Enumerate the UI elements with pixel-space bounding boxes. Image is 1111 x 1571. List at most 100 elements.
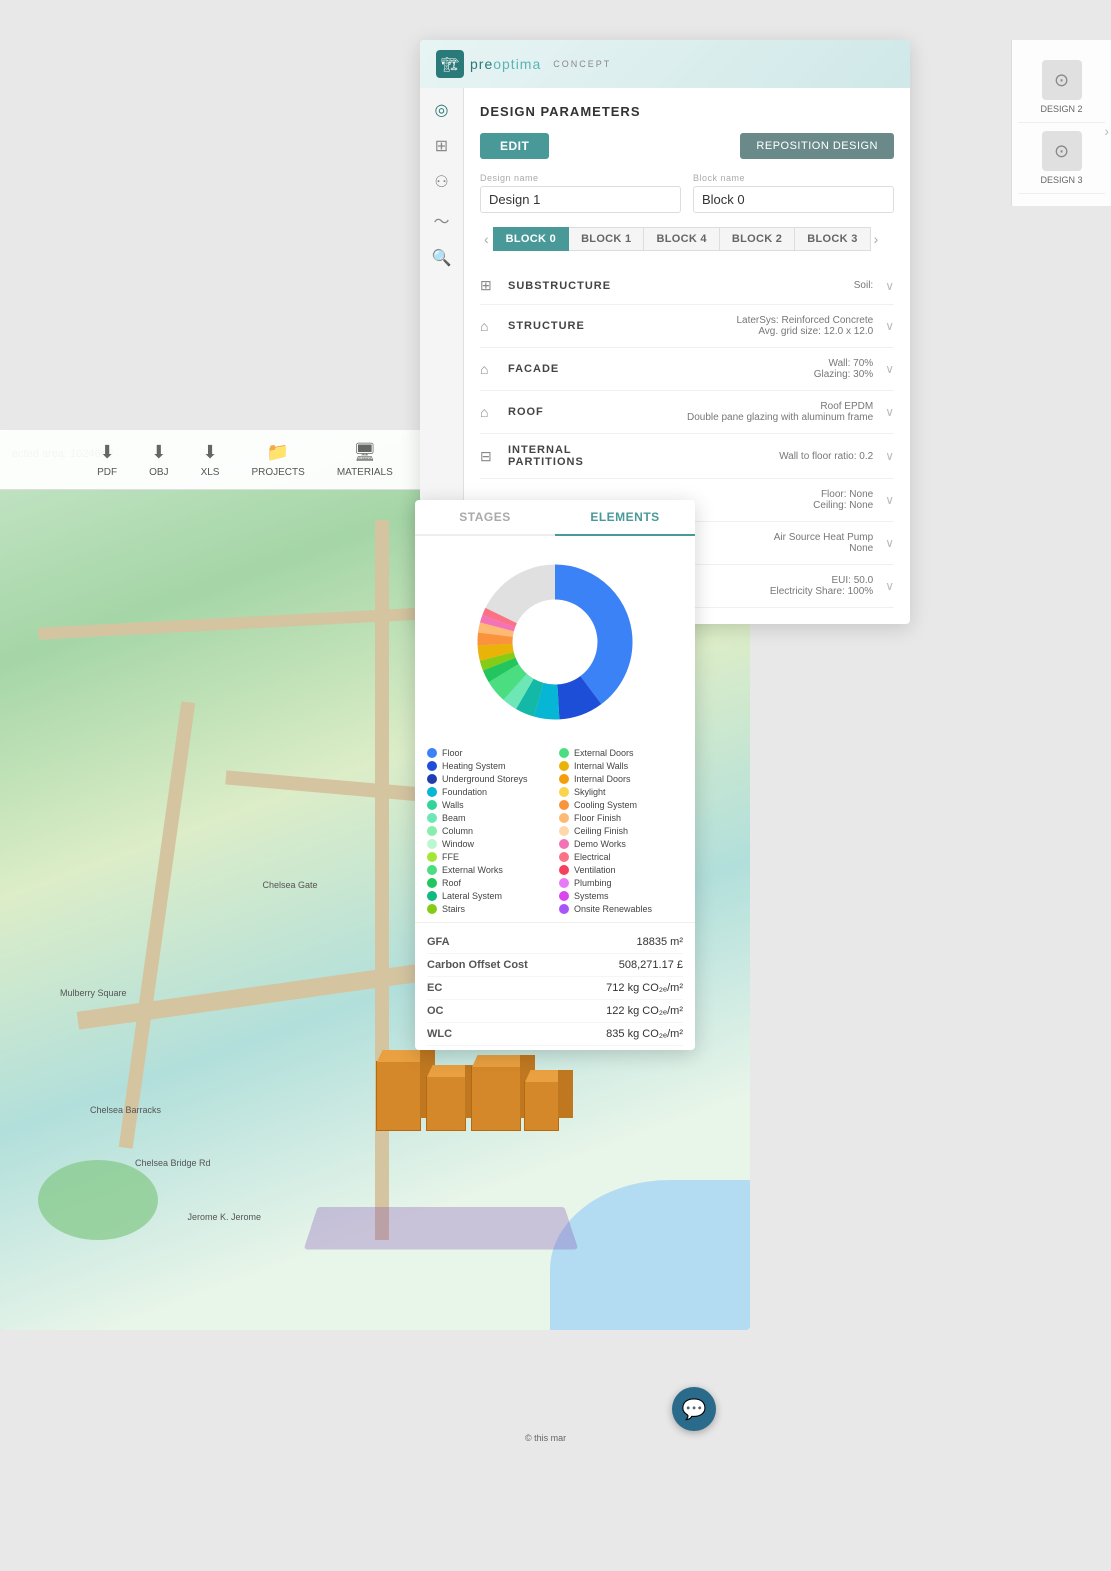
block-tab-2[interactable]: BLOCK 2 [719, 227, 795, 251]
legend-electrical: Electrical [559, 852, 683, 862]
roof-label: ROOF [508, 406, 627, 418]
demo-dot [559, 839, 569, 849]
legend-cooling: Cooling System [559, 800, 683, 810]
legend-ffe: FFE [427, 852, 551, 862]
stat-carbon: Carbon Offset Cost 508,271.17 £ [427, 954, 683, 977]
beam-dot [427, 813, 437, 823]
block-name-value[interactable]: Block 0 [693, 186, 894, 213]
legend-foundation: Foundation [427, 787, 551, 797]
legend-floor: Floor [427, 748, 551, 758]
legend-cooling-label: Cooling System [574, 800, 637, 810]
xls-icon: ⬇ [202, 442, 217, 463]
block-prev-arrow[interactable]: ‹ [480, 231, 493, 247]
floors-chevron: ∨ [885, 493, 894, 507]
sidebar-person-icon[interactable]: ⚇ [434, 172, 448, 192]
design-name-field: Design name Design 1 [480, 173, 681, 213]
param-roof[interactable]: ⌂ ROOF Roof EPDMDouble pane glazing with… [480, 391, 894, 434]
design-name-label: Design name [480, 173, 681, 183]
toolbar-projects[interactable]: 📁 PROJECTS [251, 442, 304, 478]
chat-button[interactable]: 💬 [672, 1387, 716, 1431]
section-title: DESIGN PARAMETERS [480, 104, 894, 119]
hvac-chevron: ∨ [885, 536, 894, 550]
logo-icon: 🏗 [436, 50, 464, 78]
facade-label: FACADE [508, 363, 627, 375]
tab-stages[interactable]: STAGES [415, 500, 555, 534]
toolbar-materials[interactable]: 🖥 MATERIALS [337, 442, 393, 478]
gfa-value: 18835 m² [637, 936, 683, 948]
legend-window: Window [427, 839, 551, 849]
sidebar-chart-icon[interactable]: 〜 [433, 208, 449, 232]
map-road [119, 701, 195, 1149]
legend-beam: Beam [427, 813, 551, 823]
legend-heating-label: Heating System [442, 761, 506, 771]
designs-panel-chevron[interactable]: › [1104, 123, 1109, 139]
legend-ext-works-label: External Works [442, 865, 503, 875]
legend-plumbing: Plumbing [559, 878, 683, 888]
map-label: Chelsea Bridge Rd [135, 1158, 211, 1168]
param-internal-partitions[interactable]: ⊟ INTERNAL PARTITIONS Wall to floor rati… [480, 434, 894, 479]
ec-label: EC [427, 982, 442, 994]
roof-dot [427, 878, 437, 888]
block-tab-4[interactable]: BLOCK 4 [643, 227, 719, 251]
sidebar-search-icon[interactable]: 🔍 [432, 248, 452, 268]
legend-column: Column [427, 826, 551, 836]
legend-underground-label: Underground Storeys [442, 774, 528, 784]
map-label: Jerome K. Jerome [188, 1212, 262, 1222]
param-facade[interactable]: ⌂ FACADE Wall: 70%Glazing: 30% ∨ [480, 348, 894, 391]
lateral-dot [427, 891, 437, 901]
legend-column-label: Column [442, 826, 473, 836]
building-ground [304, 1207, 579, 1250]
ec-value: 712 kg CO₂ₑ/m² [606, 982, 683, 994]
stat-ec: EC 712 kg CO₂ₑ/m² [427, 977, 683, 1000]
toolbar-obj[interactable]: ⬇ OBJ [149, 442, 168, 478]
int-doors-dot [559, 774, 569, 784]
design-2-item[interactable]: ⊙ DESIGN 2 [1018, 52, 1105, 123]
partitions-value: Wall to floor ratio: 0.2 [635, 451, 873, 462]
legend-demo-label: Demo Works [574, 839, 626, 849]
legend-floor-finish-label: Floor Finish [574, 813, 621, 823]
legend-plumbing-label: Plumbing [574, 878, 612, 888]
block-next-arrow[interactable]: › [870, 231, 883, 247]
toolbar-pdf[interactable]: ⬇ PDF [97, 442, 117, 478]
building [524, 1081, 559, 1131]
legend-systems: Systems [559, 891, 683, 901]
designs-panel: ⊙ DESIGN 2 ⊙ DESIGN 3 › [1011, 40, 1111, 206]
block-tab-3[interactable]: BLOCK 3 [794, 227, 870, 251]
legend-ext-doors: External Doors [559, 748, 683, 758]
param-structure[interactable]: ⌂ STRUCTURE LaterSys: Reinforced Concret… [480, 305, 894, 348]
block-tab-1[interactable]: BLOCK 1 [568, 227, 644, 251]
param-substructure[interactable]: ⊞ SUBSTRUCTURE Soil: ∨ [480, 267, 894, 305]
sidebar-location-icon[interactable]: ◎ [435, 100, 449, 120]
legend-int-walls-label: Internal Walls [574, 761, 628, 771]
energy-chevron: ∨ [885, 579, 894, 593]
substructure-label: SUBSTRUCTURE [508, 280, 627, 292]
substructure-value: Soil: [635, 280, 873, 291]
design-name-value[interactable]: Design 1 [480, 186, 681, 213]
map-road [375, 520, 389, 1240]
elements-tabs: STAGES ELEMENTS [415, 500, 695, 536]
legend-floor-label: Floor [442, 748, 463, 758]
renewables-dot [559, 904, 569, 914]
legend-int-doors: Internal Doors [559, 774, 683, 784]
legend-ext-doors-label: External Doors [574, 748, 634, 758]
electrical-dot [559, 852, 569, 862]
block-name-field: Block name Block 0 [693, 173, 894, 213]
design-3-item[interactable]: ⊙ DESIGN 3 [1018, 123, 1105, 194]
tab-elements[interactable]: ELEMENTS [555, 500, 695, 536]
edit-button[interactable]: EDIT [480, 133, 549, 159]
legend-beam-label: Beam [442, 813, 466, 823]
reposition-button[interactable]: REPOSITION DESIGN [740, 133, 894, 159]
partitions-icon: ⊟ [480, 448, 500, 465]
walls-dot [427, 800, 437, 810]
substructure-icon: ⊞ [480, 277, 500, 294]
toolbar-materials-label: MATERIALS [337, 467, 393, 478]
materials-icon: 🖥 [353, 442, 376, 463]
design-3-label: DESIGN 3 [1040, 175, 1082, 185]
toolbar-xls[interactable]: ⬇ XLS [201, 442, 220, 478]
block-tab-0[interactable]: BLOCK 0 [493, 227, 569, 251]
legend-ventilation-label: Ventilation [574, 865, 616, 875]
ext-works-dot [427, 865, 437, 875]
legend-renewables-label: Onsite Renewables [574, 904, 652, 914]
sidebar-grid-icon[interactable]: ⊞ [435, 136, 448, 156]
heating-dot [427, 761, 437, 771]
